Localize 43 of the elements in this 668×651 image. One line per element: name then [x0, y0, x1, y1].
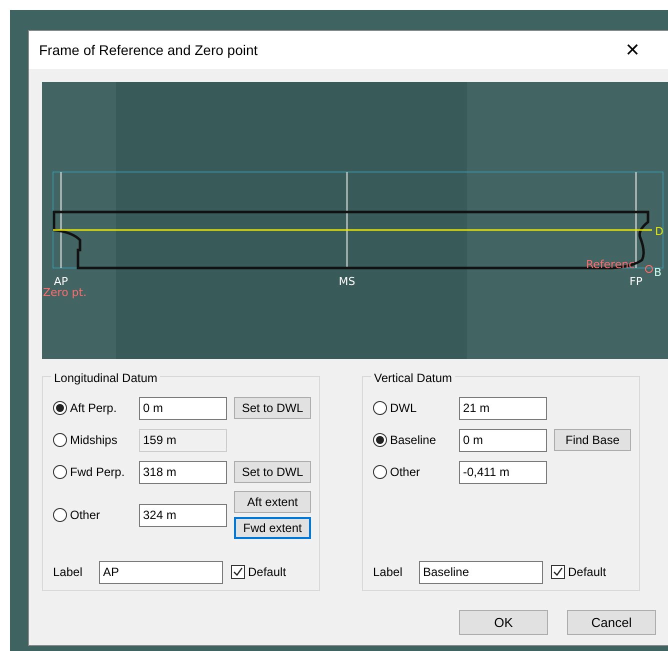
checkbox[interactable] [551, 565, 565, 579]
radio-label[interactable]: Baseline [390, 431, 436, 449]
action-button[interactable]: Aft extent [234, 491, 311, 513]
input-field[interactable]: -0,411 m [459, 460, 547, 484]
field-label: Label [53, 564, 84, 581]
input-field[interactable]: 0 m [459, 428, 547, 452]
action-button[interactable]: Fwd extent [234, 517, 311, 539]
radio-button[interactable] [373, 465, 387, 479]
zero-label: Zero pt. [43, 286, 87, 299]
cancel-button[interactable]: Cancel [567, 610, 656, 635]
checkbox-label[interactable]: Default [248, 563, 286, 581]
window-title: Frame of Reference and Zero point [39, 40, 258, 60]
close-button[interactable]: ✕ [621, 37, 644, 63]
ok-button[interactable]: OK [459, 610, 548, 635]
radio-button[interactable] [53, 465, 67, 479]
action-button[interactable]: Set to DWL [234, 461, 311, 483]
input-field[interactable]: 0 m [139, 396, 227, 420]
radio-label[interactable]: DWL [390, 399, 417, 417]
reference-label: Referenc [586, 258, 635, 271]
label-field[interactable]: Baseline [419, 560, 543, 584]
radio-label[interactable]: Aft Perp. [70, 399, 117, 417]
input-field[interactable]: 21 m [459, 396, 547, 420]
checkbox[interactable] [231, 565, 245, 579]
waterline-label: D [655, 225, 664, 238]
radio-button[interactable] [373, 401, 387, 415]
input-field[interactable]: 318 m [139, 460, 227, 484]
base-label: B [654, 266, 662, 279]
action-button[interactable]: Find Base [554, 429, 631, 451]
reference-marker [645, 265, 653, 273]
radio-label[interactable]: Fwd Perp. [70, 463, 125, 481]
radio-button[interactable] [373, 433, 387, 447]
input-field[interactable]: 324 m [139, 504, 227, 526]
radio-button[interactable] [53, 508, 67, 522]
checkbox-label[interactable]: Default [568, 563, 606, 581]
station-label: AP [54, 275, 68, 288]
radio-label[interactable]: Other [390, 463, 420, 481]
station-label: FP [630, 275, 642, 288]
radio-label[interactable]: Other [70, 506, 100, 524]
label-field[interactable]: AP [99, 560, 223, 584]
field-label: Label [373, 564, 404, 581]
station-label: MS [338, 275, 356, 288]
action-button[interactable]: Set to DWL [234, 397, 311, 419]
radio-button[interactable] [53, 401, 67, 415]
